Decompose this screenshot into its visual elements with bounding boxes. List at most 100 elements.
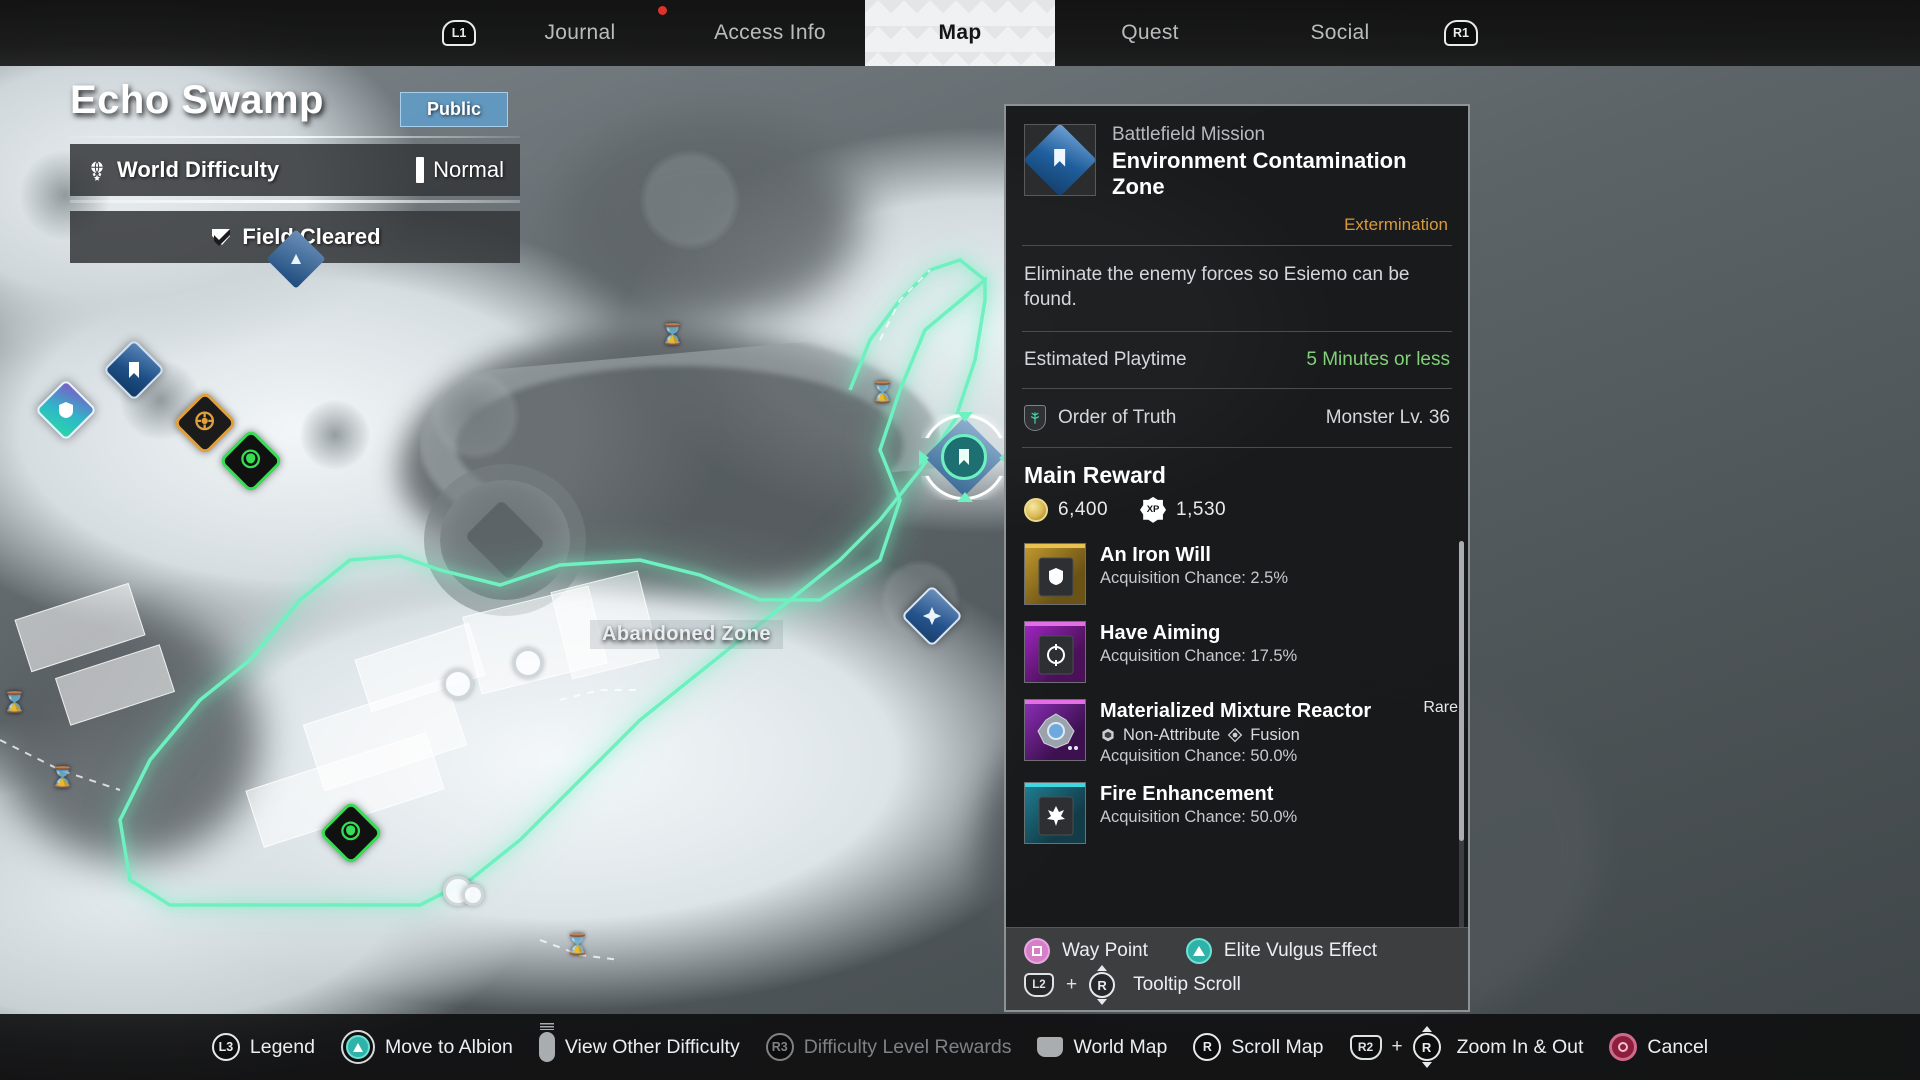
bottom-action-legend[interactable]: L3 Legend: [212, 1033, 315, 1061]
bottom-action-cancel[interactable]: Cancel: [1609, 1033, 1708, 1061]
map-marker-timer-a[interactable]: ⌛: [660, 322, 685, 347]
triangle-button-icon: [341, 1030, 375, 1064]
bottom-action-world-map[interactable]: World Map: [1037, 1036, 1167, 1059]
circle-node-icon: [513, 648, 543, 678]
xp-badge-icon: XP: [1140, 497, 1166, 523]
world-difficulty-label: World Difficulty: [117, 157, 279, 183]
mission-panel-footer: Way Point Elite Vulgus Effect L2 + R Too…: [1006, 927, 1468, 1010]
bottom-action-move-to-albion[interactable]: Move to Albion: [341, 1030, 513, 1064]
map-vegetation: [300, 400, 370, 470]
selected-bookmark-icon: [941, 434, 987, 480]
circle-node-icon: [462, 884, 484, 906]
monster-level-value: Monster Lv. 36: [1326, 406, 1450, 430]
list-item[interactable]: Materialized Mixture Reactor Rare Non-At…: [1024, 691, 1458, 774]
l2-key-icon[interactable]: L2: [1024, 973, 1054, 997]
world-difficulty-row[interactable]: World Difficulty Normal: [70, 144, 520, 196]
shield-icon: [56, 400, 76, 420]
map-marker-mission-bookmark[interactable]: [112, 348, 156, 392]
bottom-action-label: View Other Difficulty: [565, 1036, 740, 1059]
triangle-button-icon[interactable]: [1186, 938, 1212, 964]
map-marker-circle-d[interactable]: [462, 884, 484, 906]
tab-access-info[interactable]: Access Info: [675, 0, 865, 66]
l1-key-icon: L1: [442, 20, 476, 46]
estimated-playtime-row: Estimated Playtime 5 Minutes or less: [1006, 332, 1468, 388]
difficulty-separator: [70, 200, 520, 203]
map-selected-waypoint[interactable]: [921, 414, 1007, 500]
reward-item-body: Materialized Mixture Reactor Rare Non-At…: [1100, 699, 1458, 766]
map-marker-timer-e[interactable]: ⌛: [565, 932, 590, 957]
gold-amount: 6,400: [1058, 499, 1108, 521]
green-marker-icon: [218, 428, 283, 493]
notification-dot-icon: [658, 6, 667, 15]
module-flame-icon: [1025, 783, 1086, 844]
map-marker-circle-b[interactable]: [513, 648, 543, 678]
bottom-action-difficulty-level-rewards: R3 Difficulty Level Rewards: [766, 1033, 1012, 1061]
module-reactor-icon: [1025, 700, 1086, 761]
mission-description: Eliminate the enemy forces so Esiemo can…: [1006, 246, 1468, 331]
right-stick-icon: [539, 1032, 555, 1062]
l3-key-icon: L3: [212, 1033, 240, 1061]
map-marker-timer-c[interactable]: ⌛: [2, 690, 27, 715]
bottom-action-view-other-difficulty[interactable]: View Other Difficulty: [539, 1032, 740, 1062]
world-difficulty-value: Normal: [433, 157, 504, 183]
mission-bookmark-icon: [1023, 123, 1097, 197]
green-marker-icon-2: [318, 800, 383, 865]
right-bumper-hint[interactable]: R1: [1435, 20, 1487, 46]
grade-bar: [1025, 783, 1085, 787]
mission-type-badge: Extermination: [1006, 211, 1468, 245]
list-item[interactable]: Fire Enhancement Acquisition Chance: 50.…: [1024, 774, 1458, 852]
left-bumper-hint[interactable]: L1: [433, 20, 485, 46]
scrollbar-thumb[interactable]: [1459, 541, 1464, 841]
map-marker-amber-objective[interactable]: [182, 400, 228, 446]
tab-map[interactable]: Map: [865, 0, 1055, 66]
selection-arrow-top: [957, 412, 973, 422]
zone-header-panel: Echo Swamp Public World Difficulty Norma…: [70, 78, 520, 263]
map-marker-timer-d[interactable]: ⌛: [50, 765, 75, 790]
world-difficulty-label-group: World Difficulty: [86, 157, 279, 183]
tab-quest[interactable]: Quest: [1055, 0, 1245, 66]
map-marker-navy-waypoint[interactable]: [910, 594, 954, 638]
map-marker-shield[interactable]: [44, 388, 88, 432]
map-marker-green-objective[interactable]: [228, 438, 274, 484]
reward-item-body: An Iron Will Acquisition Chance: 2.5%: [1100, 543, 1458, 588]
right-stick-icon[interactable]: R: [1089, 972, 1115, 998]
module-shield-icon: [1025, 544, 1086, 605]
reward-list-scrollbar[interactable]: [1459, 541, 1464, 927]
bottom-action-label: Move to Albion: [385, 1036, 513, 1059]
list-item[interactable]: Have Aiming Acquisition Chance: 17.5%: [1024, 613, 1458, 691]
circle-node-icon: [443, 669, 473, 699]
reward-item-chance: Acquisition Chance: 50.0%: [1100, 808, 1458, 827]
reward-item-body: Fire Enhancement Acquisition Chance: 50.…: [1100, 782, 1458, 827]
estimated-playtime-value: 5 Minutes or less: [1306, 348, 1450, 372]
map-vegetation: [640, 150, 740, 250]
square-button-icon[interactable]: [1024, 938, 1050, 964]
map-marker-green-objective-2[interactable]: [328, 810, 374, 856]
tab-label: Quest: [1121, 21, 1179, 45]
bottom-action-label: Scroll Map: [1231, 1036, 1323, 1059]
bottom-action-zoom-in-out[interactable]: R2 + R Zoom In & Out: [1350, 1033, 1584, 1061]
map-marker-circle-a[interactable]: [443, 669, 473, 699]
mission-icon-box: [1024, 124, 1096, 196]
bottom-control-bar: L3 Legend Move to Albion View Other Diff…: [0, 1014, 1920, 1080]
map-marker-timer-b[interactable]: ⌛: [870, 380, 895, 405]
tab-label: Map: [939, 21, 982, 45]
r2-key-icon: R2: [1350, 1035, 1382, 1060]
tab-journal[interactable]: Journal: [485, 0, 675, 66]
checkmark-icon: [209, 225, 233, 249]
waypoint-label: Way Point: [1062, 940, 1148, 962]
globe-medal-icon: [86, 159, 108, 181]
selection-arrow-left: [919, 450, 929, 466]
tab-social[interactable]: Social: [1245, 0, 1435, 66]
game-map-screen: ⌛ ⌛ ⌛ ⌛ ⌛ Abandoned Zone L1 Journal Acce…: [0, 0, 1920, 1080]
bottom-action-label: Difficulty Level Rewards: [804, 1036, 1012, 1059]
reward-item-icon: [1024, 699, 1086, 761]
xp-amount: 1,530: [1176, 499, 1226, 521]
reward-item-body: Have Aiming Acquisition Chance: 17.5%: [1100, 621, 1458, 666]
list-item[interactable]: An Iron Will Acquisition Chance: 2.5%: [1024, 535, 1458, 613]
grade-bar: [1025, 622, 1085, 626]
reward-item-list[interactable]: An Iron Will Acquisition Chance: 2.5%: [1006, 535, 1468, 927]
navy-marker-icon: [901, 585, 963, 647]
world-difficulty-value-group: Normal: [416, 157, 504, 183]
tooltip-scroll-label: Tooltip Scroll: [1133, 974, 1241, 996]
bottom-action-scroll-map[interactable]: R Scroll Map: [1193, 1033, 1323, 1061]
